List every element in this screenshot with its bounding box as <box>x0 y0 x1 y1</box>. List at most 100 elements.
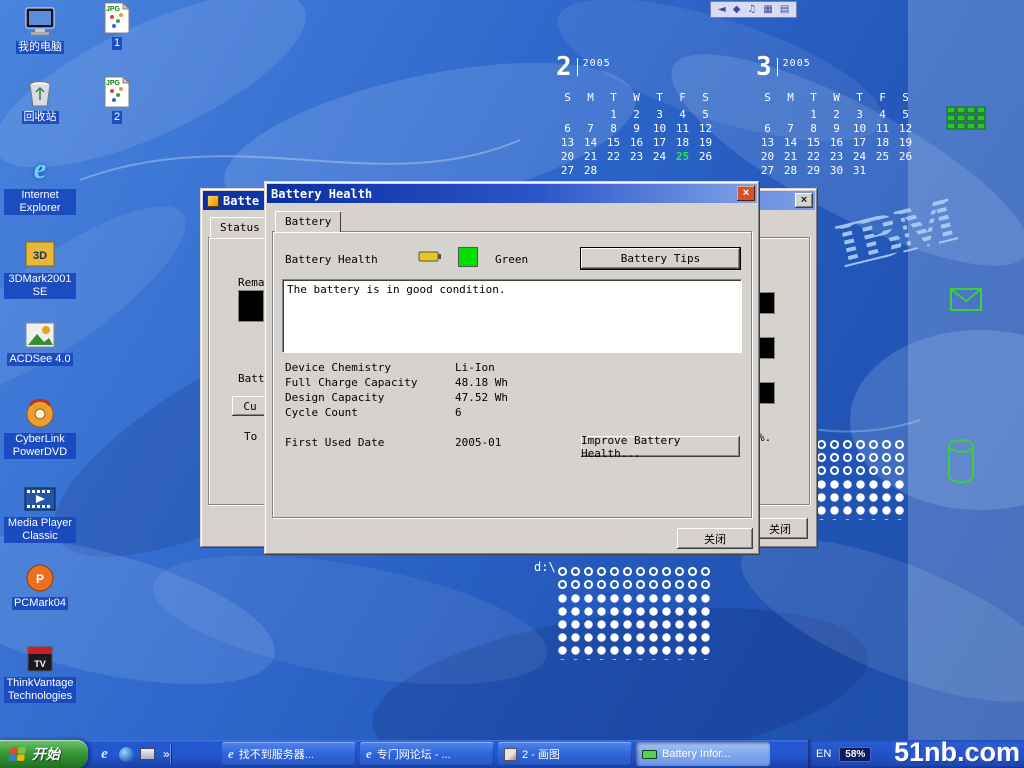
calendar-day: 14 <box>579 136 602 150</box>
internet-explorer-icon: e <box>34 154 46 186</box>
calendar-february: 2 2005 SMTWTFS 1234567891011121314151617… <box>556 54 717 178</box>
battery-label: Batt <box>238 372 265 385</box>
toolbar-icon-3[interactable]: ♫ <box>747 4 756 15</box>
tray-battery-indicator[interactable]: 58% <box>839 747 871 762</box>
osd-toolbar: ◄ ◆ ♫ ▦ ▤ <box>710 1 797 18</box>
desktop-icon-acdsee[interactable]: ACDSee 4.0 <box>4 316 76 366</box>
desktop-icon-thinkvantage[interactable]: TV ThinkVantage Technologies <box>4 640 76 703</box>
calendar-weekday: S <box>556 91 579 105</box>
battery-field-value: 48.18 Wh <box>455 376 508 389</box>
desktop-icon-media-player-classic[interactable]: Media Player Classic <box>4 480 76 543</box>
taskbar-task[interactable]: 找不到服务器... <box>222 742 356 766</box>
taskbar-separator <box>170 744 171 764</box>
calendar-day: 14 <box>779 136 802 150</box>
calendar-weekday-row: SMTWTFS <box>756 91 917 105</box>
calendar-day: 25 <box>871 150 894 164</box>
battery-field-label: First Used Date <box>285 436 384 449</box>
calendar-day: 20 <box>756 150 779 164</box>
task-label: Battery Infor... <box>662 748 730 760</box>
health-status-swatch <box>458 247 478 267</box>
calendar-day: 10 <box>848 122 871 136</box>
icon-label: ACDSee 4.0 <box>7 353 72 366</box>
quick-launch <box>88 746 163 763</box>
taskbar-task[interactable]: Battery Infor... <box>636 742 770 766</box>
desktop-icon-my-computer[interactable]: 我的电脑 <box>4 4 76 54</box>
calendar-day: 26 <box>894 150 917 164</box>
system-tray: EN 58% <box>808 740 1024 768</box>
calendar-day: 21 <box>779 150 802 164</box>
drive-label: d:\ <box>534 560 556 574</box>
battery-field-value: 6 <box>455 406 462 419</box>
window-title: Battery Health <box>271 187 372 201</box>
taskbar-task[interactable]: 专门网论坛 - ... <box>360 742 494 766</box>
calendar-day <box>648 164 671 178</box>
battery-tips-button[interactable]: Battery Tips <box>581 248 740 269</box>
toolbar-icon-4[interactable]: ▦ <box>763 4 772 15</box>
desktop-icon-recycle-bin[interactable]: 回收站 <box>4 74 76 124</box>
desktop-file-2[interactable]: JPG 2 <box>94 76 140 124</box>
battery-field-row: Full Charge Capacity48.18 Wh <box>273 376 751 391</box>
info-close-button[interactable]: 关闭 <box>752 518 808 539</box>
calendar-separator <box>577 58 578 76</box>
close-icon[interactable]: × <box>795 193 813 208</box>
cu-button[interactable]: Cu <box>232 396 268 416</box>
calendar-day: 30 <box>825 164 848 178</box>
battery-tab-panel: Battery Health Green Battery Tips The ba… <box>272 231 752 518</box>
desktop-icon-pcmark04[interactable]: P PCMark04 <box>4 560 76 610</box>
condition-textbox[interactable]: The battery is in good condition. <box>282 279 742 353</box>
calendar-year: 2005 <box>583 58 611 69</box>
calendar-day: 13 <box>556 136 579 150</box>
battery-health-titlebar[interactable]: Battery Health <box>267 184 757 203</box>
calendar-day: 5 <box>694 108 717 122</box>
toolbar-icon-1[interactable]: ◄ <box>718 4 726 15</box>
desktop-icon-internet-explorer[interactable]: e Internet Explorer <box>4 152 76 215</box>
close-icon[interactable]: × <box>737 186 755 201</box>
calendar-day <box>871 164 894 178</box>
calendar-days: 1234567891011121314151617181920212223242… <box>556 108 717 178</box>
calendar-title: 3 2005 <box>756 54 917 82</box>
calendar-day: 3 <box>648 108 671 122</box>
calendar-day <box>602 164 625 178</box>
tab-status[interactable]: Status <box>210 217 270 238</box>
desktop-icon-3dmark2001[interactable]: 3D 3DMark2001 SE <box>4 236 76 299</box>
calendar-day: 22 <box>602 150 625 164</box>
calendar-day: 12 <box>694 122 717 136</box>
task-label: 专门网论坛 - ... <box>377 746 451 762</box>
toolbar-icon-5[interactable]: ▤ <box>780 4 789 15</box>
calendar-day: 1 <box>802 108 825 122</box>
icon-label: 我的电脑 <box>16 41 64 54</box>
calendar-day: 24 <box>648 150 671 164</box>
desktop-icon-powerdvd[interactable]: CyberLink PowerDVD <box>4 396 76 459</box>
calendar-day: 2 <box>825 108 848 122</box>
calendar-day <box>694 164 717 178</box>
calendar-day: 13 <box>756 136 779 150</box>
calendar-day: 11 <box>671 122 694 136</box>
show-desktop-icon[interactable] <box>140 748 155 760</box>
calendar-day: 27 <box>556 164 579 178</box>
desktop-file-1[interactable]: JPG 1 <box>94 2 140 50</box>
calendar-weekday: M <box>579 91 602 105</box>
language-indicator[interactable]: EN <box>816 748 831 760</box>
media-player-icon[interactable] <box>119 747 134 762</box>
calendar-day: 6 <box>756 122 779 136</box>
improve-battery-health-button[interactable]: Improve Battery Health... <box>581 436 740 457</box>
health-close-button[interactable]: 关闭 <box>677 528 753 549</box>
pcmark-icon: P <box>24 562 56 594</box>
calendar-separator <box>777 58 778 76</box>
calendar-month: 2 <box>556 54 572 80</box>
calendar-march: 3 2005 SMTWTFS 1234567891011121314151617… <box>756 54 917 178</box>
ibm-logo: IBM <box>829 183 962 284</box>
calendar-day: 17 <box>648 136 671 150</box>
toolbar-icon-2[interactable]: ◆ <box>733 4 741 15</box>
calendar-day: 10 <box>648 122 671 136</box>
tab-battery[interactable]: Battery <box>275 211 341 232</box>
calendar-day: 28 <box>779 164 802 178</box>
internet-explorer-icon[interactable] <box>96 746 113 763</box>
keypad-deco-icon <box>946 106 986 138</box>
window-icon <box>207 195 219 207</box>
taskbar: 开始 » 找不到服务器... 专门网论坛 - ... 2 - 画图 Battery I… <box>0 740 1024 768</box>
battery-field-row: Cycle Count6 <box>273 406 751 421</box>
taskbar-task[interactable]: 2 - 画图 <box>498 742 632 766</box>
start-button[interactable]: 开始 <box>0 740 88 768</box>
quick-launch-overflow-chevron[interactable]: » <box>163 747 170 761</box>
